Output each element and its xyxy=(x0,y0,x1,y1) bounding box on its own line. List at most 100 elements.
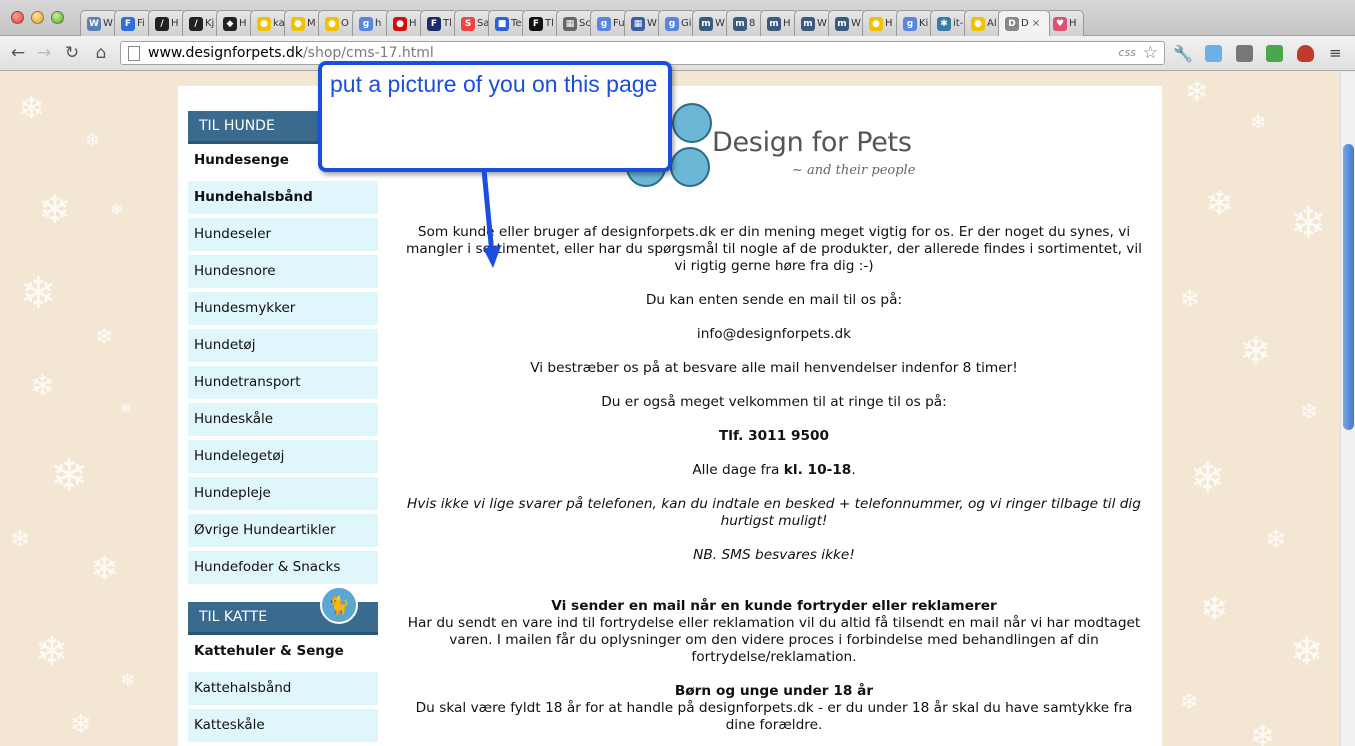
back-arrow-icon: ← xyxy=(10,43,26,63)
sidebar-menu-item[interactable]: Hundehalsbånd xyxy=(188,181,378,214)
browser-tab[interactable]: m8 xyxy=(726,10,764,36)
snowflake-icon: ❄ xyxy=(1205,184,1234,224)
url-path: /shop/cms-17.html xyxy=(302,45,434,61)
category-header-label: TIL KATTE xyxy=(199,609,268,625)
forward-arrow-icon: → xyxy=(36,43,52,63)
snowflake-icon: ❄ xyxy=(110,200,124,219)
css-badge[interactable]: css xyxy=(1118,46,1136,59)
sidebar-menu-item[interactable]: Hundefoder & Snacks xyxy=(188,551,378,584)
sidebar-menu-item[interactable]: Hundesmykker xyxy=(188,292,378,325)
tab-label: Fi xyxy=(137,18,145,29)
url-text[interactable]: www.designforpets.dk/shop/cms-17.html xyxy=(148,45,434,61)
minimize-window-button[interactable] xyxy=(31,11,44,24)
content-box: TIL HUNDE Hundesenge Hundehalsbånd Hundese… xyxy=(178,86,1162,746)
browser-tab[interactable]: g Ki xyxy=(896,10,934,36)
snowflake-icon: ❄ xyxy=(1265,525,1287,555)
browser-tab[interactable]: mH xyxy=(760,10,798,36)
browser-tab[interactable]: gh xyxy=(352,10,390,36)
browser-tab[interactable]: S Sa xyxy=(454,10,492,36)
tab-favicon-icon: ✱ xyxy=(937,16,951,31)
sidebar-menu-item[interactable]: Hundeseler xyxy=(188,218,378,251)
phone-intro: Du er også meget velkommen til at ringe … xyxy=(601,394,947,410)
tab-favicon-icon: S xyxy=(461,16,475,31)
browser-tab[interactable]: mW xyxy=(692,10,730,36)
browser-tab[interactable]: ■ Te xyxy=(488,10,526,36)
tab-favicon-icon: ♥ xyxy=(1053,16,1067,31)
sidebar-menu-item[interactable]: Hundetransport xyxy=(188,366,378,399)
browser-tab[interactable]: F Tl xyxy=(420,10,458,36)
home-button[interactable]: ⌂ xyxy=(91,43,111,63)
snowflake-icon: ❄ xyxy=(30,369,56,404)
snowflake-icon: ❄ xyxy=(1290,198,1327,249)
tab-list: W W F Fi / H / Kj ◆ H ● ka ● M ● Og h ● H F Tl S Sa ■ Te F Tl ▦ Sc g F… xyxy=(80,10,1355,36)
tab-label: W xyxy=(817,18,827,29)
menu-icon[interactable]: ≡ xyxy=(1329,46,1346,63)
back-button[interactable]: ← xyxy=(8,43,28,63)
extension-icon-1[interactable] xyxy=(1205,45,1222,62)
tab-favicon-icon: ▦ xyxy=(631,16,645,31)
sidebar-menu-item[interactable]: Hundeskåle xyxy=(188,403,378,436)
browser-tab[interactable]: ✱ it- xyxy=(930,10,968,36)
extension-icon-3[interactable] xyxy=(1266,45,1283,62)
browser-tab[interactable]: g Gi xyxy=(658,10,696,36)
wrench-icon[interactable]: 🔧 xyxy=(1173,44,1193,63)
browser-tab[interactable]: ▦ W xyxy=(624,10,662,36)
snowflake-icon: ❄ xyxy=(1185,75,1209,108)
browser-tab[interactable]: WW xyxy=(80,10,118,36)
extension-icon-2[interactable] xyxy=(1236,45,1253,62)
tab-favicon-icon: ● xyxy=(257,16,271,31)
browser-tab[interactable]: F Tl xyxy=(522,10,560,36)
forward-button[interactable]: → xyxy=(34,43,54,63)
sidebar-menu-item[interactable]: Hundepleje xyxy=(188,477,378,510)
browser-tab[interactable]: ▦ Sc xyxy=(556,10,594,36)
browser-tab[interactable]: ♥ H xyxy=(1046,10,1084,36)
browser-tab[interactable]: ● Al xyxy=(964,10,1002,36)
extension-icon-4[interactable] xyxy=(1297,45,1314,62)
email-address[interactable]: info@designforpets.dk xyxy=(400,326,1148,343)
sidebar-menu-item[interactable]: Kattehalsbånd xyxy=(188,672,378,705)
reload-icon: ↻ xyxy=(64,43,80,63)
sidebar-menu-item[interactable]: Hundelegetøj xyxy=(188,440,378,473)
tab-label: Gi xyxy=(681,18,692,29)
browser-tab[interactable]: ◆ H xyxy=(216,10,254,36)
logo-bubble-icon xyxy=(670,147,710,187)
scrollbar-thumb[interactable] xyxy=(1343,144,1354,430)
browser-tab[interactable]: ● H xyxy=(862,10,900,36)
tab-label: 8 xyxy=(749,18,756,29)
sidebar-menu-item[interactable]: Øvrige Hundeartikler xyxy=(188,514,378,547)
tab-favicon-icon: m xyxy=(801,16,815,31)
category-header-cats[interactable]: TIL KATTE 🐈 xyxy=(188,586,378,635)
browser-tab[interactable]: ● O xyxy=(318,10,356,36)
browser-tab[interactable]: ● ka xyxy=(250,10,288,36)
browser-tab[interactable]: ● M xyxy=(284,10,322,36)
browser-tab[interactable]: D D × xyxy=(998,10,1050,36)
tab-favicon-icon: g xyxy=(665,16,679,31)
page-scrollbar[interactable] xyxy=(1340,72,1355,746)
zoom-window-button[interactable] xyxy=(51,11,64,24)
page-icon xyxy=(128,46,140,61)
sidebar-menu-item[interactable]: Kattehuler & Senge xyxy=(188,635,378,668)
reload-button[interactable]: ↻ xyxy=(62,43,82,63)
close-window-button[interactable] xyxy=(11,11,24,24)
sms-note: NB. SMS besvares ikke! xyxy=(693,547,855,563)
bookmark-star-icon[interactable]: ☆ xyxy=(1143,43,1158,63)
sidebar-menu-item[interactable]: Katteskåle xyxy=(188,709,378,742)
browser-tab[interactable]: g Fu xyxy=(590,10,628,36)
browser-tab[interactable]: / Kj xyxy=(182,10,220,36)
snowflake-icon: ❄ xyxy=(1290,629,1324,675)
sidebar-menu-item[interactable]: Hundesnore xyxy=(188,255,378,288)
annotation-arrow-icon xyxy=(481,168,501,268)
tab-close-icon[interactable]: × xyxy=(1032,18,1040,29)
browser-tab[interactable]: ● H xyxy=(386,10,424,36)
tab-favicon-icon: / xyxy=(155,16,169,31)
sidebar-menu-item[interactable]: Hundetøj xyxy=(188,329,378,362)
tab-favicon-icon: ■ xyxy=(495,16,509,31)
browser-tab[interactable]: mW xyxy=(828,10,866,36)
browser-tab[interactable]: / H xyxy=(148,10,186,36)
snowflake-icon: ❄ xyxy=(120,670,136,691)
tab-label: Tl xyxy=(545,18,554,29)
browser-tab-strip: W W F Fi / H / Kj ◆ H ● ka ● M ● Og h ● H F Tl S Sa ■ Te F Tl ▦ Sc g F… xyxy=(0,0,1355,36)
returns-heading: Vi sender en mail når en kunde fortryder… xyxy=(400,598,1148,615)
browser-tab[interactable]: F Fi xyxy=(114,10,152,36)
browser-tab[interactable]: mW xyxy=(794,10,832,36)
